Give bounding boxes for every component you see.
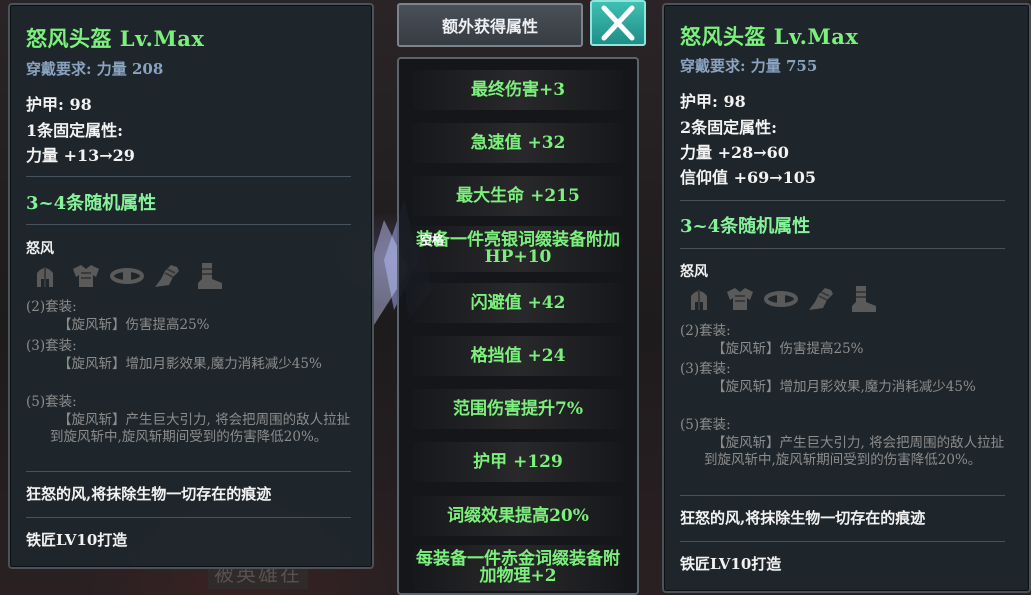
extra-attr-item: 每装备一件赤金词缀装备附加物理+2 [413,545,623,591]
extra-attr-item: 格挡值 +24 [413,336,623,376]
close-button[interactable] [590,0,646,46]
chest-armor-icon [73,265,99,287]
set-bonus-5-label: (5)套装: [26,394,77,410]
fixed-attr-count: 1条固定属性: [26,121,124,140]
extra-attr-item: 最大生命 +215 [413,176,623,216]
armor-value: 护甲: 98 [26,95,92,114]
divider [26,224,351,225]
boots-icon [852,286,876,312]
armor-value: 护甲: 98 [680,92,746,111]
set-bonus-5-label: (5)套装: [680,417,731,433]
extra-attr-item: 装备一件亮银词缀装备附加HP+10 [413,226,623,272]
extra-attr-item: 护甲 +129 [413,442,623,482]
wear-requirement: 穿戴要求: 力量 208 [26,60,164,78]
divider [680,200,1005,201]
divider [26,471,351,472]
divider [680,248,1005,249]
item-title: 怒风头盔 Lv.Max [26,26,205,51]
divider [680,541,1005,542]
belt-icon [110,268,144,284]
chest-armor-icon [727,288,753,310]
fixed-attr-count: 2条固定属性: [680,118,778,137]
close-x-icon [601,5,635,41]
crafted-by: 铁匠LV10打造 [680,555,782,573]
space-key-hint: 空格 [420,233,445,247]
fixed-attr: 信仰值 +69→105 [680,168,817,187]
set-bonus-2-text: 【旋风斩】伤害提高25% [712,341,864,357]
gauntlet-icon [809,288,833,310]
extra-attr-item: 急速值 +32 [413,123,623,163]
wear-requirement: 穿戴要求: 力量 755 [680,57,818,75]
extra-attributes-button[interactable]: 额外获得属性 [397,3,583,47]
extra-attr-item: 词缀效果提高20% [413,496,623,536]
helmet-icon [37,267,53,287]
set-bonus-2-text: 【旋风斩】伤害提高25% [58,317,210,333]
boots-icon [198,263,222,289]
divider [680,495,1005,496]
set-bonus-5-text: 【旋风斩】产生巨大引力, 将会把周围的敌人拉扯到旋风斩中,旋风斩期间受到的伤害降… [50,412,351,445]
item-title: 怒风头盔 Lv.Max [680,24,859,49]
set-bonus-3-text: 【旋风斩】增加月影效果,魔力消耗减少45% [712,379,976,395]
set-name: 怒风 [680,264,708,280]
random-attr-header: 3~4条随机属性 [680,216,811,237]
random-attr-header: 3~4条随机属性 [26,193,157,214]
right-item-tooltip: 怒风头盔 Lv.Max 穿戴要求: 力量 755 护甲: 98 2条固定属性: … [662,3,1031,593]
left-item-tooltip: 怒风头盔 Lv.Max 穿戴要求: 力量 208 护甲: 98 1条固定属性: … [8,3,374,569]
fixed-attr: 力量 +13→29 [26,146,135,165]
extra-attr-item: 最终伤害+3 [413,70,623,110]
crafted-by: 铁匠LV10打造 [26,531,128,549]
set-piece-icons [28,261,226,291]
helmet-icon [691,290,707,310]
set-bonus-2-label: (2)套装: [680,323,731,339]
set-bonus-2-label: (2)套装: [26,299,77,315]
set-bonus-3-text: 【旋风斩】增加月影效果,魔力消耗减少45% [58,356,322,372]
extra-attr-item: 闪避值 +42 [413,283,623,323]
extra-attributes-list[interactable]: 最终伤害+3 急速值 +32 最大生命 +215 装备一件亮银词缀装备附加HP+… [397,57,639,595]
set-bonus-3-label: (3)套装: [680,361,731,377]
set-bonus-5-text: 【旋风斩】产生巨大引力, 将会把周围的敌人拉扯到旋风斩中,旋风斩期间受到的伤害降… [704,435,1005,468]
set-bonus-3-label: (3)套装: [26,338,77,354]
extra-attr-item: 范围伤害提升7% [413,389,623,429]
divider [26,176,351,177]
set-name: 怒风 [26,241,54,257]
fixed-attr: 力量 +28→60 [680,143,789,162]
flavor-text: 狂怒的风,将抹除生物一切存在的痕迹 [680,509,926,527]
divider [26,517,351,518]
gauntlet-icon [155,265,179,287]
flavor-text: 狂怒的风,将抹除生物一切存在的痕迹 [26,485,272,503]
set-piece-icons [682,284,880,314]
belt-icon [764,291,798,307]
